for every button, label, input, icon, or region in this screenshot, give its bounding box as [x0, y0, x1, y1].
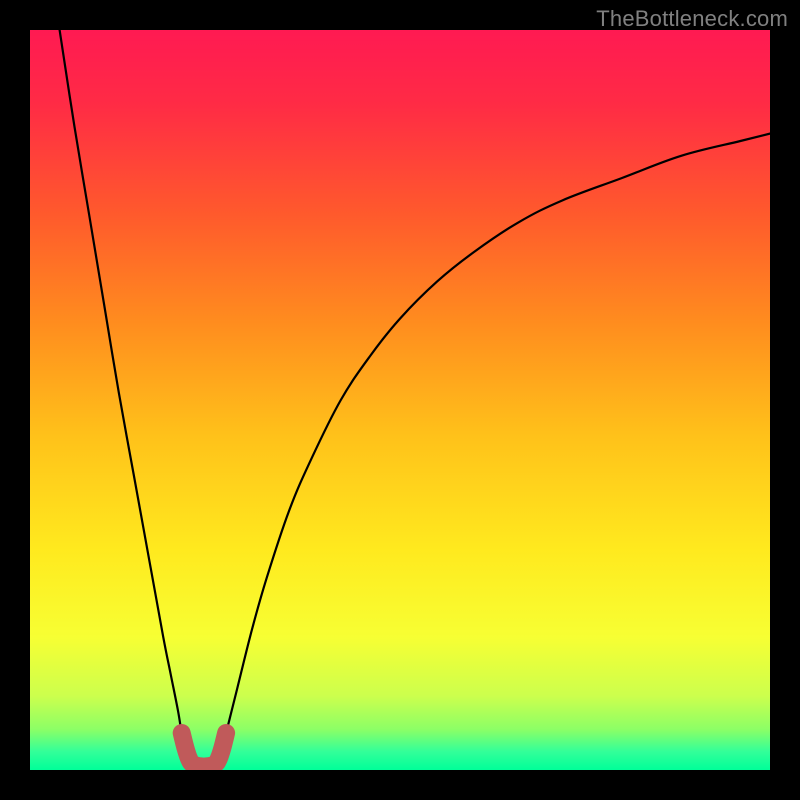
- watermark-text: TheBottleneck.com: [596, 6, 788, 32]
- chart-frame: TheBottleneck.com: [0, 0, 800, 800]
- bottleneck-chart: [30, 30, 770, 770]
- gradient-background: [30, 30, 770, 770]
- plot-area: [30, 30, 770, 770]
